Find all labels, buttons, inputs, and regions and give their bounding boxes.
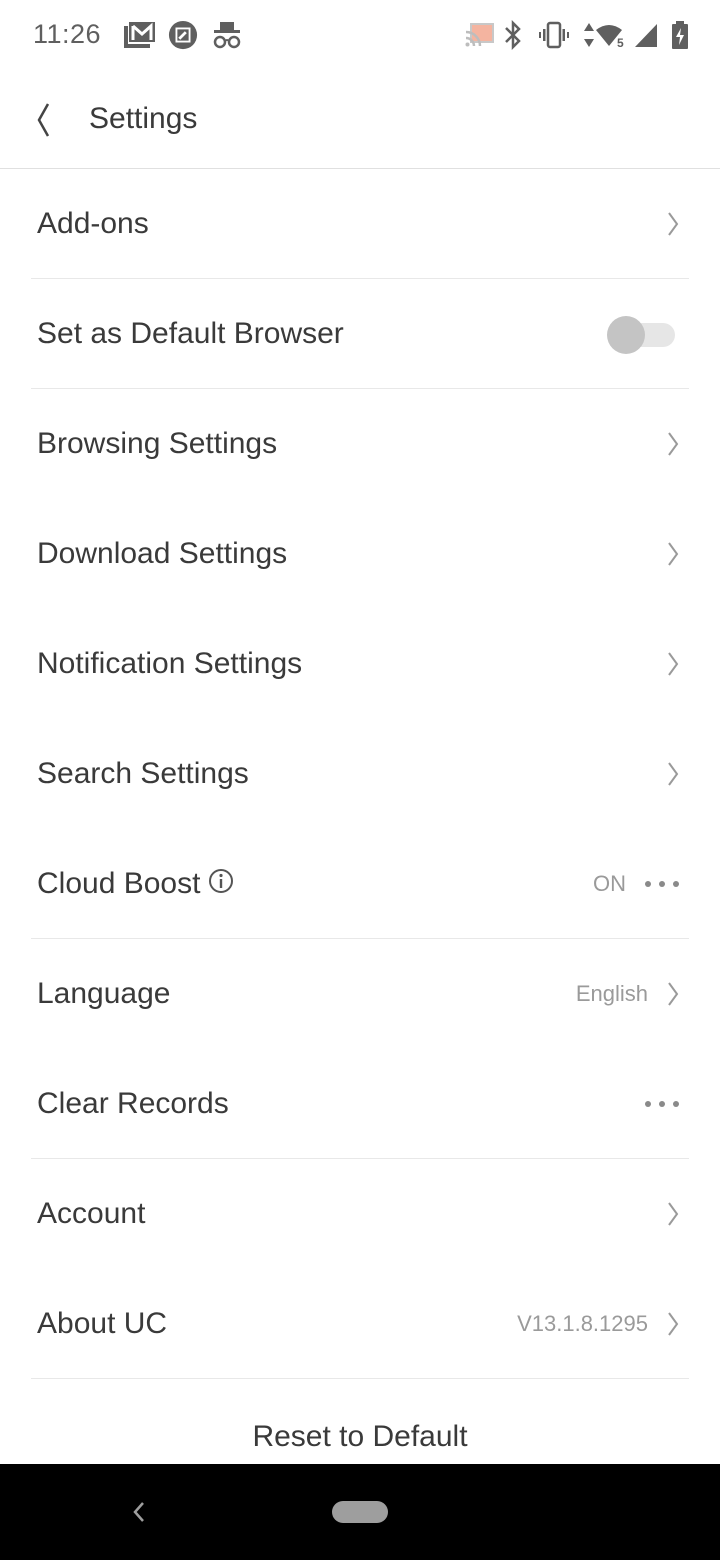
system-nav-bar <box>0 1464 720 1560</box>
default-browser-toggle[interactable] <box>607 314 677 354</box>
settings-item-label: Account <box>37 1197 146 1230</box>
page-title: Settings <box>89 102 198 135</box>
settings-list: Add-ons Set as Default Browser Browsing … <box>0 169 720 1379</box>
toggle-thumb <box>607 316 645 354</box>
screenshot-edit-icon <box>168 20 198 50</box>
reset-to-default-button[interactable]: Reset to Default <box>0 1410 720 1464</box>
chevron-right-icon <box>668 542 679 566</box>
settings-item-label: Search Settings <box>37 757 249 790</box>
data-arrows-icon <box>584 23 594 47</box>
settings-item-label: About UC <box>37 1307 168 1340</box>
gmail-icon <box>124 22 155 48</box>
settings-item-about[interactable]: About UC V13.1.8.1295 <box>0 1269 720 1379</box>
info-icon[interactable] <box>208 868 234 894</box>
chevron-right-icon <box>668 652 679 676</box>
back-button[interactable] <box>28 98 64 142</box>
language-value: English <box>575 981 648 1006</box>
signal-icon <box>635 24 657 47</box>
settings-item-label: Browsing Settings <box>37 427 278 460</box>
chevron-right-icon <box>668 212 679 236</box>
chevron-right-icon <box>668 432 679 456</box>
incognito-icon <box>213 22 241 49</box>
settings-item-label: Add-ons <box>37 207 149 240</box>
chevron-right-icon <box>668 762 679 786</box>
settings-item-browsing[interactable]: Browsing Settings <box>0 389 720 499</box>
battery-charging-icon <box>672 21 688 49</box>
settings-item-label: Set as Default Browser <box>37 317 344 350</box>
chevron-left-icon <box>37 103 50 137</box>
wifi-badge: 5 <box>617 36 624 50</box>
more-dots-icon[interactable] <box>644 880 680 888</box>
cast-icon <box>465 23 494 47</box>
bluetooth-icon <box>505 20 521 50</box>
settings-item-clear-records[interactable]: Clear Records <box>0 1049 720 1159</box>
settings-item-notification[interactable]: Notification Settings <box>0 609 720 719</box>
wifi-icon: 5 <box>596 25 624 50</box>
app-header: Settings <box>0 72 720 169</box>
status-bar: 11:26 5 <box>0 0 720 72</box>
more-dots-icon[interactable] <box>644 1100 680 1108</box>
cloud-boost-status: ON <box>593 871 626 896</box>
settings-item-label: Download Settings <box>37 537 288 570</box>
chevron-right-icon <box>668 1312 679 1336</box>
vibrate-icon <box>539 21 569 49</box>
settings-item-add-ons[interactable]: Add-ons <box>0 169 720 279</box>
settings-item-search[interactable]: Search Settings <box>0 719 720 829</box>
settings-item-label: Clear Records <box>37 1087 229 1120</box>
settings-item-label: Notification Settings <box>37 647 303 680</box>
settings-item-default-browser[interactable]: Set as Default Browser <box>0 279 720 389</box>
chevron-right-icon <box>668 982 679 1006</box>
nav-back-icon[interactable] <box>128 1498 150 1526</box>
chevron-right-icon <box>668 1202 679 1226</box>
settings-item-cloud-boost[interactable]: Cloud Boost ON <box>0 829 720 939</box>
settings-item-label-wrap: Cloud Boost <box>37 867 234 901</box>
settings-item-label: Cloud Boost <box>37 867 201 900</box>
settings-item-language[interactable]: Language English <box>0 939 720 1049</box>
settings-item-download[interactable]: Download Settings <box>0 499 720 609</box>
version-value: V13.1.8.1295 <box>517 1311 648 1336</box>
nav-home-pill-icon[interactable] <box>332 1501 388 1523</box>
settings-item-label: Language <box>37 977 171 1010</box>
settings-item-account[interactable]: Account <box>0 1159 720 1269</box>
status-time: 11:26 <box>33 19 102 49</box>
